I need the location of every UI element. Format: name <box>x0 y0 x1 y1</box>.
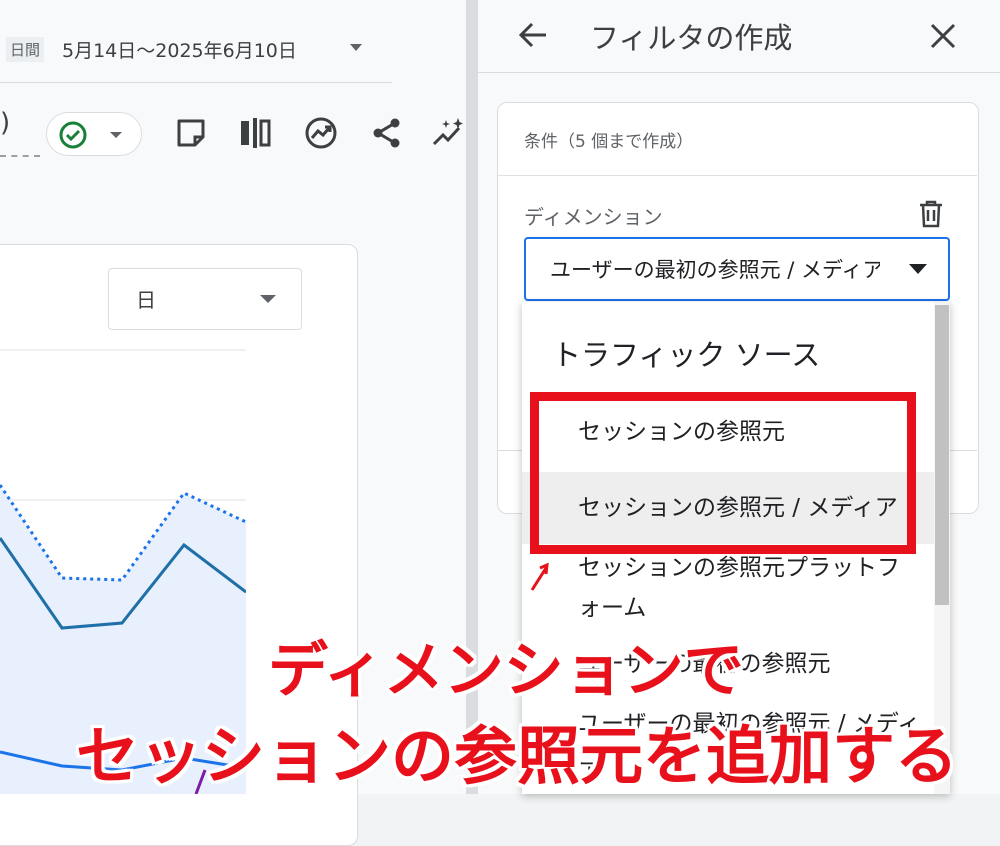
arrow-back-icon[interactable] <box>516 18 550 52</box>
panel-title: フィルタの作成 <box>590 21 793 55</box>
trash-icon[interactable] <box>918 200 944 228</box>
divider <box>0 82 392 83</box>
status-caret-icon[interactable] <box>110 132 122 138</box>
highlight-box <box>530 392 916 554</box>
dropdown-group-heading: トラフィック ソース <box>552 338 821 372</box>
dropdown-option-line: セッションの参照元プラットフ <box>578 555 900 581</box>
dropdown-option[interactable]: セッションの参照元プラットフ ォーム <box>522 548 934 628</box>
dropdown-scrollbar-thumb[interactable] <box>935 305 949 605</box>
dashed-underline <box>0 155 40 157</box>
granularity-caret-icon[interactable] <box>260 295 276 303</box>
granularity-value: 日 <box>136 288 156 312</box>
annotation-line-1: ディメンションで <box>268 636 744 706</box>
share-icon[interactable] <box>370 116 404 150</box>
date-range-value[interactable]: 5月14日～2025年6月10日 <box>62 36 297 63</box>
compare-icon[interactable] <box>238 116 272 150</box>
condition-title: 条件（5 個まで作成） <box>524 132 694 152</box>
dimension-label: ディメンション <box>524 205 663 229</box>
divider <box>497 175 977 176</box>
date-range-caret-icon[interactable] <box>350 44 362 51</box>
insights-icon[interactable] <box>304 116 338 150</box>
annotation-arrow-icon <box>530 562 549 591</box>
date-range-label: 日間 <box>6 37 45 62</box>
dimension-value[interactable]: ユーザーの最初の参照元 / メディア <box>550 254 880 284</box>
sparkle-icon[interactable] <box>432 116 466 150</box>
close-icon[interactable] <box>926 19 960 53</box>
comparison-fragment: ) <box>0 108 11 138</box>
dimension-caret-icon[interactable] <box>909 264 927 274</box>
note-icon[interactable] <box>174 116 208 150</box>
check-circle-icon <box>59 121 87 149</box>
annotation-line-2: セッションの参照元を追加する <box>76 720 958 793</box>
